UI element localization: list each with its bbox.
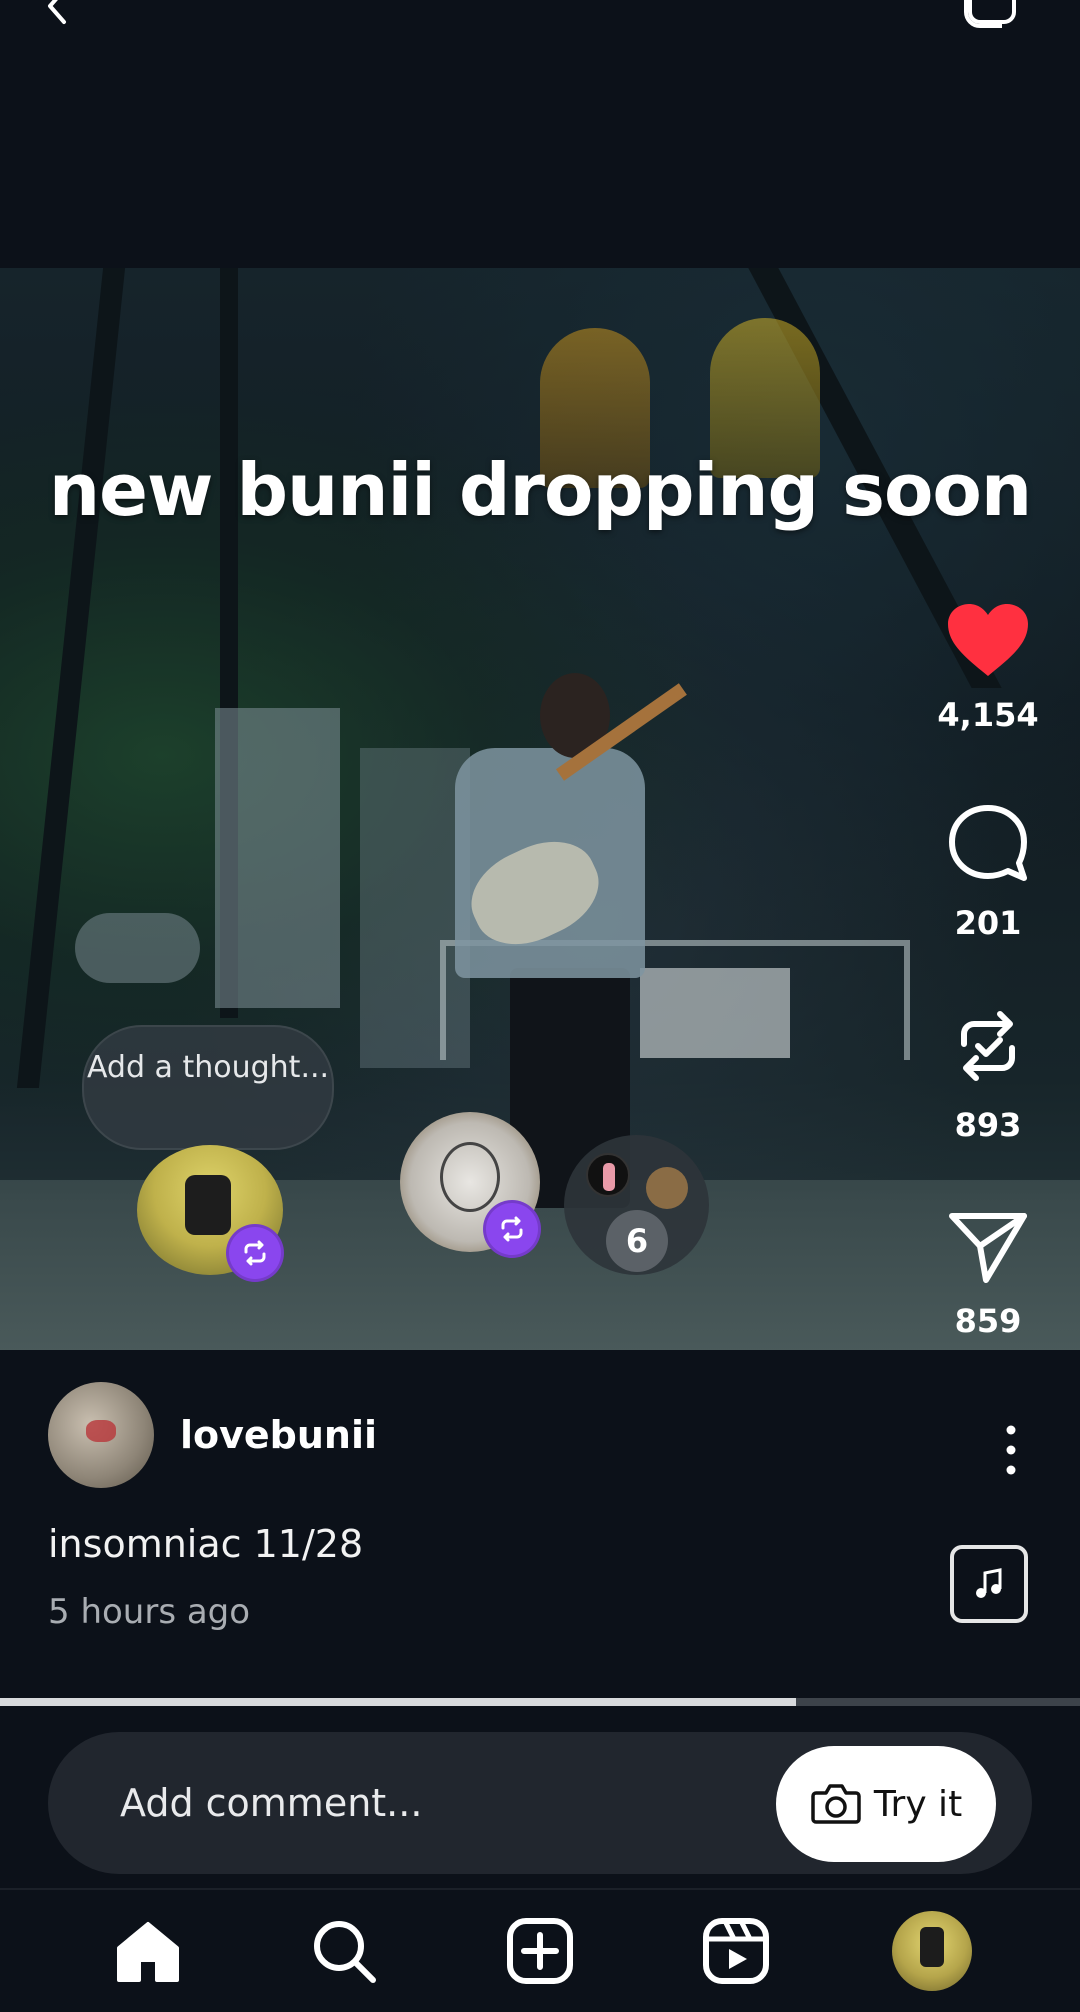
add-thought-bubble[interactable]: Add a thought... (82, 1025, 334, 1150)
avatar-figure (603, 1163, 615, 1191)
bottom-nav (0, 1890, 1080, 2012)
comment-count: 201 (954, 904, 1022, 942)
nav-search[interactable] (299, 1906, 389, 1996)
comment-bar: Try it (48, 1732, 1032, 1874)
author-row[interactable]: lovebunii (48, 1382, 377, 1488)
nav-profile[interactable] (887, 1906, 977, 1996)
comment-bubble-icon[interactable] (946, 802, 1030, 886)
try-it-button[interactable]: Try it (776, 1746, 996, 1862)
music-button[interactable] (950, 1545, 1028, 1623)
try-it-label: Try it (873, 1783, 963, 1825)
like-action[interactable]: 4,154 (918, 602, 1058, 734)
like-count: 4,154 (937, 696, 1039, 734)
author-avatar[interactable] (48, 1382, 154, 1488)
top-bar (0, 0, 1080, 270)
avatar-mark (86, 1420, 116, 1442)
nav-reels[interactable] (691, 1906, 781, 1996)
share-count: 859 (954, 1302, 1022, 1340)
repost-badge-icon (483, 1200, 541, 1258)
post-caption: insomniac 11/28 (48, 1522, 364, 1566)
reels-icon (703, 1918, 769, 1984)
profile-avatar (892, 1911, 972, 1991)
thought-user-avatar (646, 1167, 688, 1209)
home-icon (117, 1922, 179, 1982)
scene-roll (75, 913, 200, 983)
video-progress-fill (0, 1698, 796, 1706)
overlay-text: new bunii dropping soon (48, 448, 1032, 532)
avatar-figure (440, 1142, 500, 1212)
create-icon (507, 1918, 573, 1984)
heart-filled-icon[interactable] (946, 602, 1030, 678)
post-timestamp: 5 hours ago (48, 1592, 251, 1632)
more-thoughts-count: 6 (606, 1210, 668, 1272)
send-icon[interactable] (946, 1208, 1030, 1284)
repost-icon[interactable] (946, 1004, 1030, 1088)
more-vertical-icon[interactable] (996, 1420, 1026, 1480)
music-note-icon (976, 1568, 1002, 1598)
repost-badge-icon (226, 1224, 284, 1282)
nav-home[interactable] (103, 1906, 193, 1996)
repost-count: 893 (954, 1106, 1022, 1144)
share-action[interactable]: 859 (918, 1208, 1058, 1340)
thought-user-avatar (586, 1153, 630, 1197)
repost-action[interactable]: 893 (918, 1004, 1058, 1144)
comment-action[interactable]: 201 (918, 802, 1058, 942)
scene-cart (640, 968, 790, 1058)
nav-create[interactable] (495, 1906, 585, 1996)
avatar-figure (185, 1175, 231, 1235)
stack-icon[interactable] (962, 0, 1022, 30)
back-arrow-icon[interactable] (38, 0, 78, 26)
search-icon (314, 1921, 376, 1983)
comment-input[interactable] (120, 1778, 680, 1828)
author-username[interactable]: lovebunii (180, 1413, 377, 1457)
scene-cabinet (215, 708, 340, 1008)
camera-icon (811, 1784, 861, 1824)
avatar-figure (920, 1927, 944, 1967)
video-progress-bar[interactable] (0, 1698, 1080, 1706)
